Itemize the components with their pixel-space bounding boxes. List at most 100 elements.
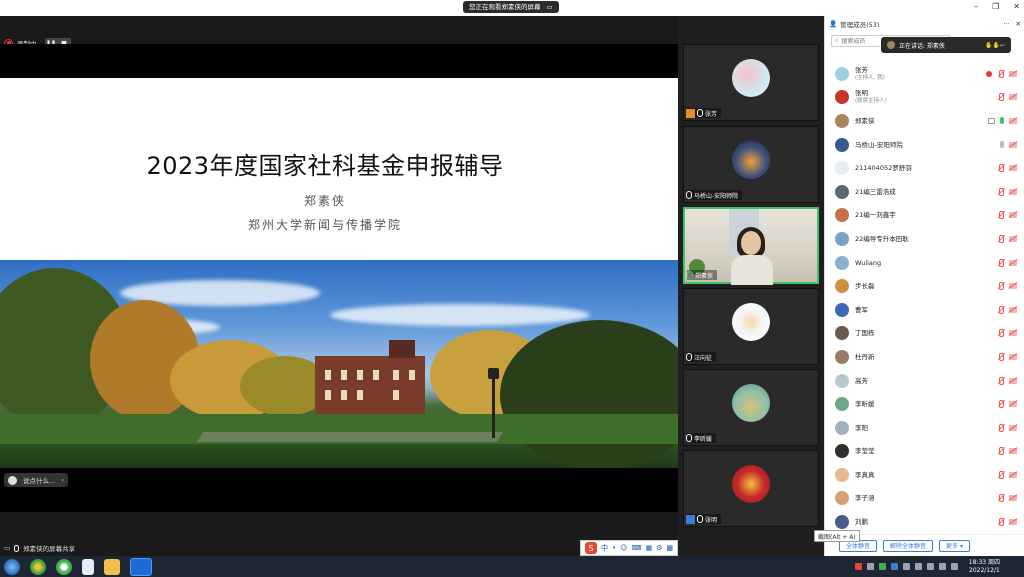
camera-off-icon[interactable] (1009, 353, 1017, 360)
collapse-arrow-icon[interactable]: ‹ (61, 476, 64, 484)
participant-row[interactable]: 杜丹新 (825, 345, 1024, 369)
participant-row[interactable]: 曹军 (825, 298, 1024, 322)
camera-off-icon[interactable] (1009, 306, 1017, 313)
tray-sogou-icon[interactable] (854, 563, 862, 570)
camera-off-icon[interactable] (1009, 212, 1017, 219)
taskbar-clock[interactable]: 18:33 周四 2022/12/1 (969, 559, 1000, 575)
mic-muted-icon[interactable] (997, 305, 1004, 314)
video-tile-maqiaoshan[interactable]: 马桥山-安阳师院 (683, 126, 819, 203)
participant-row[interactable]: 21编一刘鑫宇 (825, 204, 1024, 228)
participant-row[interactable]: 21编三雷浩成 (825, 180, 1024, 204)
folder-icon[interactable] (104, 558, 120, 575)
participant-row[interactable]: 李真真 (825, 463, 1024, 487)
mic-muted-icon[interactable] (997, 93, 1004, 102)
participant-row[interactable]: 李莹莹 (825, 440, 1024, 464)
ime-emoji-icon[interactable]: ☺ (620, 544, 627, 552)
camera-off-icon[interactable] (1009, 235, 1017, 242)
recording-icon[interactable] (986, 70, 992, 77)
screen-share-icon[interactable] (988, 117, 995, 124)
mic-muted-icon[interactable] (997, 400, 1004, 409)
say-something-bar[interactable]: 说点什么... ‹ (4, 473, 68, 487)
ime-toolbox-icon[interactable]: ▦ (646, 544, 653, 552)
participant-row[interactable]: 李昕媛 (825, 392, 1024, 416)
ime-punct-icon[interactable]: • (612, 544, 616, 552)
ime-settings-icon[interactable]: ⚙ (656, 544, 662, 552)
camera-off-icon[interactable] (1009, 165, 1017, 172)
mic-on-icon[interactable] (1000, 117, 1004, 125)
video-tile-zhengsuxia[interactable]: 郑素侠 (683, 207, 819, 285)
camera-off-icon[interactable] (1009, 283, 1017, 290)
minimize-button[interactable]: – (974, 2, 978, 11)
video-tile-zhangfang[interactable]: 张芳 (683, 44, 819, 121)
mic-muted-icon[interactable] (997, 518, 1004, 527)
mic-muted-icon[interactable] (997, 470, 1004, 479)
camera-off-icon[interactable] (1009, 330, 1017, 337)
video-tile-zhangming[interactable]: 张明 (683, 450, 819, 527)
tray-ime-icon[interactable] (938, 563, 946, 570)
tray-help-icon[interactable] (866, 563, 874, 570)
mic-muted-icon[interactable] (997, 447, 1004, 456)
mic-icon[interactable] (1000, 141, 1004, 149)
tray-app-icon[interactable] (890, 563, 898, 570)
participant-row[interactable]: 张明 (联席主持人) (825, 86, 1024, 110)
camera-off-icon[interactable] (1009, 141, 1017, 148)
participant-row[interactable]: 马桥山-安阳师院 (825, 133, 1024, 157)
mic-muted-icon[interactable] (997, 234, 1004, 243)
camera-off-icon[interactable] (1009, 377, 1017, 384)
mic-muted-icon[interactable] (997, 211, 1004, 220)
mic-muted-icon[interactable] (997, 494, 1004, 503)
participant-row[interactable]: 步长磊 (825, 274, 1024, 298)
browser-icon[interactable] (56, 558, 72, 575)
mic-muted-icon[interactable] (997, 423, 1004, 432)
camera-off-icon[interactable] (1009, 94, 1017, 101)
start-button-icon[interactable] (4, 558, 20, 575)
mic-muted-icon[interactable] (997, 69, 1004, 78)
participant-row[interactable]: 211404052罗舒羽 (825, 156, 1024, 180)
tray-wechat-icon[interactable] (878, 563, 886, 570)
panel-close-button[interactable]: ✕ (1016, 20, 1021, 28)
camera-off-icon[interactable] (1009, 448, 1017, 455)
participant-row[interactable]: 李子涵 (825, 487, 1024, 511)
participant-row[interactable]: 丁国栋 (825, 322, 1024, 346)
meeting-app-icon[interactable] (130, 557, 152, 576)
camera-off-icon[interactable] (1009, 188, 1017, 195)
camera-off-icon[interactable] (1009, 471, 1017, 478)
mic-muted-icon[interactable] (997, 329, 1004, 338)
screen-share-notice[interactable]: 您正在观看郑素侠的屏幕 ▭ (463, 1, 559, 13)
unmute-all-button[interactable]: 解除全体静音 (883, 539, 934, 552)
camera-off-icon[interactable] (1009, 117, 1017, 124)
participant-row[interactable]: Wuliang (825, 251, 1024, 275)
participant-row[interactable]: 李阳 (825, 416, 1024, 440)
participant-row[interactable]: 郑素侠 (825, 109, 1024, 133)
close-button[interactable]: ✕ (1013, 2, 1020, 11)
ime-language-toggle[interactable]: 中 (601, 543, 608, 553)
camera-off-icon[interactable] (1009, 70, 1017, 77)
participant-row[interactable]: 22编导专升本田耿 (825, 227, 1024, 251)
mic-muted-icon[interactable] (997, 352, 1004, 361)
ime-keyboard-icon[interactable]: ⌨ (631, 544, 641, 552)
camera-off-icon[interactable] (1009, 519, 1017, 526)
mic-muted-icon[interactable] (997, 282, 1004, 291)
tray-network-icon[interactable] (914, 563, 922, 570)
restore-button[interactable]: ❐ (992, 2, 999, 11)
volume-icon[interactable] (950, 563, 958, 570)
camera-off-icon[interactable] (1009, 259, 1017, 266)
more-options-button[interactable]: ··· (1003, 20, 1009, 28)
mic-muted-icon[interactable] (997, 258, 1004, 267)
app-360-icon[interactable] (30, 558, 46, 575)
video-tile-lixinyuan[interactable]: 李昕媛 (683, 369, 819, 446)
camera-off-icon[interactable] (1009, 401, 1017, 408)
mic-muted-icon[interactable] (997, 376, 1004, 385)
document-icon[interactable] (82, 558, 94, 575)
ime-grid-icon[interactable]: ▩ (666, 544, 673, 552)
hand-icon[interactable]: ✋✋↩ (985, 42, 1005, 49)
mic-muted-icon[interactable] (997, 164, 1004, 173)
video-tile-wangxiangzheng[interactable]: 汪向征 (683, 288, 819, 365)
camera-off-icon[interactable] (1009, 424, 1017, 431)
tray-shield-icon[interactable] (926, 563, 934, 570)
participant-row[interactable]: 张芳 (主持人, 我) (825, 62, 1024, 86)
more-button[interactable]: 更多 ▾ (939, 539, 970, 552)
sogou-logo-icon[interactable]: S (585, 542, 597, 554)
tray-keyboard-icon[interactable] (902, 563, 910, 570)
camera-off-icon[interactable] (1009, 495, 1017, 502)
